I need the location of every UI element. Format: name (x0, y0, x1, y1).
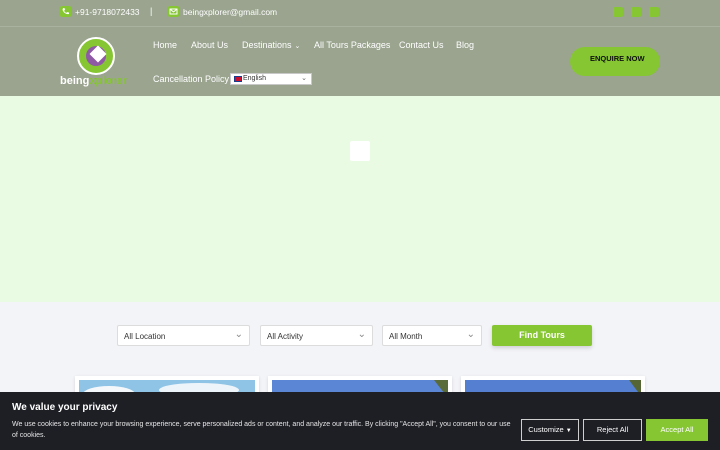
customize-label: Customize (528, 425, 564, 434)
phone-contact[interactable]: +91-9718072433 (60, 6, 140, 17)
month-value: All Month (389, 332, 423, 341)
top-bar: +91-9718072433 | beingxplorer@gmail.com (0, 0, 720, 26)
language-select[interactable]: English ⌄ (230, 73, 312, 85)
find-tours-button[interactable]: Find Tours (492, 325, 592, 346)
month-select[interactable]: All Month ⌄ (382, 325, 482, 346)
contact-separator: | (150, 6, 153, 16)
chevron-down-icon: ⌄ (357, 329, 366, 340)
nav-destinations[interactable]: Destinations ⌄ (242, 40, 300, 50)
nav-contact-us[interactable]: Contact Us (399, 40, 444, 50)
activity-value: All Activity (267, 332, 304, 341)
nav-about-us[interactable]: About Us (191, 40, 228, 50)
chevron-down-icon: ⌄ (301, 75, 307, 82)
chevron-down-icon: ⌄ (466, 329, 475, 340)
facebook-icon[interactable] (613, 7, 623, 17)
mail-icon (168, 6, 179, 17)
site-header: beingxplorer Home About Us Destinations ⌄… (0, 26, 720, 96)
cookie-description: We use cookies to enhance your browsing … (12, 421, 511, 439)
accept-all-button[interactable]: Accept All (646, 419, 708, 441)
hero-banner (0, 96, 720, 302)
language-value: English (243, 75, 266, 82)
youtube-icon[interactable] (649, 7, 659, 17)
loading-indicator (350, 141, 370, 161)
chevron-down-icon: ⌄ (234, 329, 243, 340)
email-contact[interactable]: beingxplorer@gmail.com (168, 6, 277, 17)
email-address: beingxplorer@gmail.com (183, 6, 278, 17)
compass-logo-icon (77, 37, 115, 75)
nav-cancellation-policy[interactable]: Cancellation Policy (153, 74, 229, 84)
cookie-title: We value your privacy (12, 402, 118, 413)
nav-blog[interactable]: Blog (456, 40, 474, 50)
nav-destinations-label: Destinations (242, 40, 292, 50)
chevron-down-icon: ⌄ (294, 43, 301, 50)
cookie-consent-banner: We value your privacy We use cookies to … (0, 392, 720, 450)
uk-flag-icon (234, 76, 242, 82)
location-select[interactable]: All Location ⌄ (117, 325, 250, 346)
enquire-now-button[interactable]: ENQUIRE NOW (570, 47, 660, 76)
location-value: All Location (124, 332, 166, 341)
caret-down-icon: ▼ (565, 428, 572, 434)
nav-all-tours-packages[interactable]: All Tours Packages (314, 40, 390, 50)
logo-wordmark: beingxplorer (60, 75, 127, 87)
nav-home[interactable]: Home (153, 40, 177, 50)
customize-button[interactable]: Customize ▼ (521, 419, 579, 441)
phone-icon (60, 6, 71, 17)
phone-number: +91-9718072433 (75, 6, 140, 17)
reject-all-button[interactable]: Reject All (583, 419, 642, 441)
site-logo[interactable]: beingxplorer (60, 37, 135, 89)
instagram-icon[interactable] (631, 7, 641, 17)
activity-select[interactable]: All Activity ⌄ (260, 325, 373, 346)
